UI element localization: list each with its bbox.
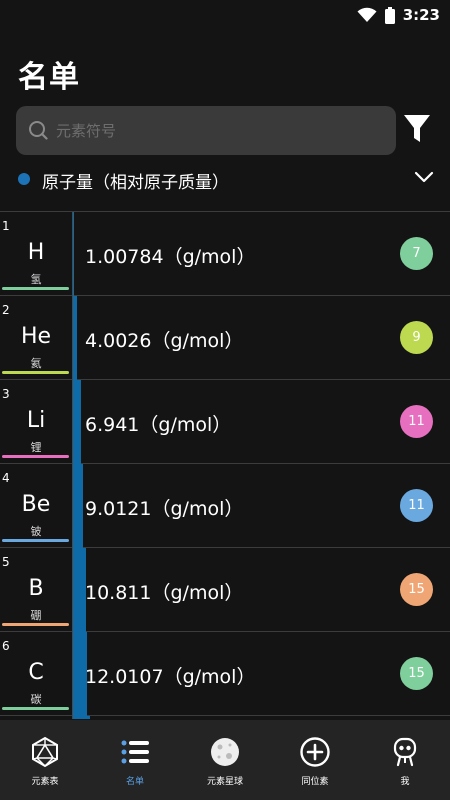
element-name: 碳 <box>30 693 42 706</box>
element-row[interactable]: 3 Li 锂 6.941（g/mol） 11 <box>0 380 450 464</box>
robot-avatar-icon <box>393 737 417 767</box>
tab-label: 元素表 <box>31 777 59 787</box>
status-time: 3:23 <box>402 6 440 24</box>
element-row[interactable]: 5 B 硼 10.811（g/mol） 15 <box>0 548 450 632</box>
category-underline <box>2 371 69 374</box>
atomic-number: 1 <box>2 219 10 233</box>
element-symbol: C <box>28 660 44 685</box>
element-name: 锂 <box>30 441 42 454</box>
element-symbol: Be <box>21 492 51 517</box>
element-name: 氦 <box>30 357 42 370</box>
search-placeholder: 元素符号 <box>56 122 117 140</box>
tab-label: 名单 <box>125 777 144 787</box>
element-symbol: He <box>20 324 52 349</box>
atomic-number: 3 <box>2 387 10 401</box>
atomic-number: 5 <box>2 555 10 569</box>
mass-bar <box>73 212 74 296</box>
atomic-number: 4 <box>2 471 10 485</box>
element-symbol: B <box>28 576 44 601</box>
atomic-mass: 6.941（g/mol） <box>85 414 232 436</box>
element-list[interactable]: 1 H 氢 1.00784（g/mol） 7 2 He 氦 4.0026（g/mol） 9 3 Li 锂… <box>0 211 450 719</box>
tab-list[interactable]: 名单 <box>90 720 180 800</box>
wifi-icon <box>357 7 377 22</box>
group-badge: 15 <box>400 573 433 606</box>
atomic-mass: 1.00784（g/mol） <box>85 246 256 268</box>
search-icon <box>29 121 48 140</box>
tab-label: 同位素 <box>301 777 329 787</box>
atomic-number: 2 <box>2 303 10 317</box>
category-underline <box>2 707 69 710</box>
atomic-number: 6 <box>2 639 10 653</box>
status-bar: 3:23 <box>0 0 450 32</box>
element-row[interactable]: 1 H 氢 1.00784（g/mol） 7 <box>0 212 450 296</box>
element-symbol: H <box>27 240 45 265</box>
tab-me[interactable]: 我 <box>360 720 450 800</box>
group-badge: 11 <box>400 405 433 438</box>
chevron-down-icon[interactable] <box>414 170 434 184</box>
atomic-mass: 9.0121（g/mol） <box>85 498 244 520</box>
circle-plus-icon <box>300 737 330 767</box>
atomic-mass: 10.811（g/mol） <box>85 582 244 604</box>
atomic-mass: 4.0026（g/mol） <box>85 330 244 352</box>
mass-bar <box>73 464 83 548</box>
tab-element-planet[interactable]: 元素星球 <box>180 720 270 800</box>
element-name: 硼 <box>30 609 42 622</box>
list-icon <box>121 740 149 764</box>
category-underline <box>2 287 69 290</box>
mass-bar <box>73 296 77 380</box>
element-name: 氢 <box>30 273 42 286</box>
planet-icon <box>211 738 239 766</box>
tab-isotopes[interactable]: 同位素 <box>270 720 360 800</box>
bottom-tab-bar: 元素表 名单 元素星球 同位素 我 <box>0 720 450 800</box>
group-badge: 9 <box>400 321 433 354</box>
tab-label: 我 <box>400 777 410 787</box>
element-row[interactable]: 6 C 碳 12.0107（g/mol） 15 <box>0 632 450 716</box>
tab-label: 元素星球 <box>206 777 243 787</box>
filter-icon[interactable] <box>403 113 431 145</box>
category-underline <box>2 455 69 458</box>
sort-label: 原子量（相对原子质量） <box>42 173 229 193</box>
element-name: 铍 <box>30 525 42 538</box>
element-row[interactable]: 7 <box>0 716 450 719</box>
mass-bar <box>73 716 90 719</box>
category-underline <box>2 539 69 542</box>
d20-icon <box>32 736 58 768</box>
mass-bar <box>73 380 81 464</box>
atomic-mass: 12.0107（g/mol） <box>85 666 256 688</box>
battery-icon <box>384 6 395 24</box>
element-row[interactable]: 4 Be 铍 9.0121（g/mol） 11 <box>0 464 450 548</box>
sort-selector[interactable]: 原子量（相对原子质量） <box>16 166 436 194</box>
group-badge: 11 <box>400 489 433 522</box>
sort-indicator-dot <box>18 173 30 185</box>
tab-periodic-table[interactable]: 元素表 <box>0 720 90 800</box>
group-badge: 7 <box>400 237 433 270</box>
element-symbol: Li <box>26 408 46 433</box>
category-underline <box>2 623 69 626</box>
element-row[interactable]: 2 He 氦 4.0026（g/mol） 9 <box>0 296 450 380</box>
page-title: 名单 <box>18 60 80 95</box>
search-input[interactable]: 元素符号 <box>16 106 396 155</box>
group-badge: 15 <box>400 657 433 690</box>
